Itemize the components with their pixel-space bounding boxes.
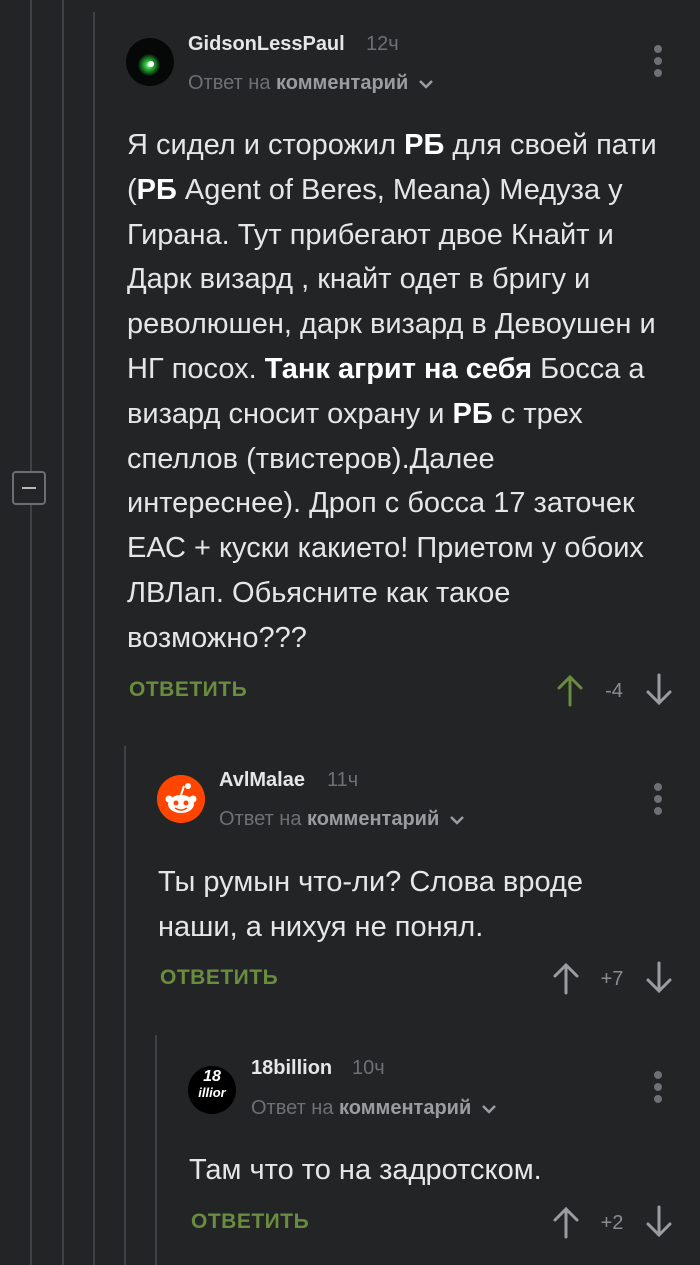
green-orb-avatar-icon — [126, 38, 174, 86]
comment-text: Ты румын что-ли? Слова вроде наши, а них… — [158, 866, 583, 943]
reply-to-info[interactable]: Ответ на комментарий — [188, 72, 434, 95]
reply-button[interactable]: ОТВЕТИТЬ — [129, 678, 247, 702]
chevron-down-icon — [418, 79, 433, 89]
rating-score: -4 — [605, 680, 623, 702]
reply-to-prefix: Ответ на — [188, 72, 271, 94]
comment-text: Я сидел и сторожил — [127, 129, 405, 161]
comment-text-bold: Танк агрит на себя — [264, 352, 533, 385]
avatar-logo-text: 18 — [203, 1068, 221, 1085]
avatar[interactable] — [157, 775, 205, 823]
upvote-arrow-icon[interactable] — [551, 961, 581, 995]
upvote-arrow-icon[interactable] — [551, 1205, 581, 1239]
reply-to-info[interactable]: Ответ на комментарий — [219, 808, 465, 831]
username[interactable]: AvlMalae — [219, 769, 305, 792]
username[interactable]: GidsonLessPaul — [188, 33, 345, 56]
comment-body: Ты румын что-ли? Слова вроде наши, а них… — [158, 860, 658, 950]
avatar[interactable] — [126, 38, 174, 86]
downvote-arrow-icon[interactable] — [644, 673, 674, 707]
comment-body: Там что то на задротском. — [189, 1148, 669, 1193]
reply-to-prefix: Ответ на — [251, 1097, 334, 1119]
reply-button[interactable]: ОТВЕТИТЬ — [160, 966, 278, 990]
reply-to-target: комментарий — [307, 808, 440, 830]
thread-line — [93, 12, 95, 1265]
thread-line — [30, 0, 32, 1265]
timestamp: 10ч — [352, 1057, 385, 1079]
reply-to-target: комментарий — [276, 72, 409, 94]
comment-text-bold: РБ — [452, 397, 493, 430]
rating-score: +7 — [600, 968, 624, 990]
avatar[interactable]: 18 illior — [188, 1066, 236, 1114]
timestamp: 11ч — [327, 769, 359, 791]
downvote-arrow-icon[interactable] — [644, 1205, 674, 1239]
collapse-thread-button[interactable] — [12, 471, 46, 505]
comment-text-bold: РБ — [404, 129, 445, 161]
chevron-down-icon — [481, 1104, 496, 1114]
thread-line — [124, 746, 126, 1265]
comment-body: Я сидел и сторожил РБ для своей пати (РБ… — [127, 123, 675, 661]
comment-text: с трех спеллов (твистеров).Далее интерес… — [127, 397, 644, 654]
reddit-alien-avatar-icon — [157, 775, 205, 823]
reply-to-info[interactable]: Ответ на комментарий — [251, 1097, 497, 1120]
reply-button[interactable]: ОТВЕТИТЬ — [191, 1210, 309, 1234]
chevron-down-icon — [449, 815, 464, 825]
reply-to-prefix: Ответ на — [219, 808, 302, 830]
username[interactable]: 18billion — [251, 1057, 332, 1080]
reply-to-target: комментарий — [339, 1097, 472, 1119]
timestamp: 12ч — [366, 33, 399, 55]
more-options-icon[interactable] — [653, 783, 663, 817]
downvote-arrow-icon[interactable] — [644, 961, 674, 995]
comment-text: Там что то на задротском. — [189, 1154, 542, 1186]
rating-score: +2 — [600, 1212, 624, 1234]
minus-icon — [22, 487, 36, 489]
thread-line — [62, 0, 64, 1265]
avatar-logo-text: illior — [198, 1085, 226, 1100]
comment-text-bold: РБ — [136, 173, 177, 206]
more-options-icon[interactable] — [653, 45, 663, 79]
upvote-arrow-icon[interactable] — [555, 673, 585, 707]
thread-line — [155, 1035, 157, 1265]
more-options-icon[interactable] — [653, 1071, 663, 1105]
